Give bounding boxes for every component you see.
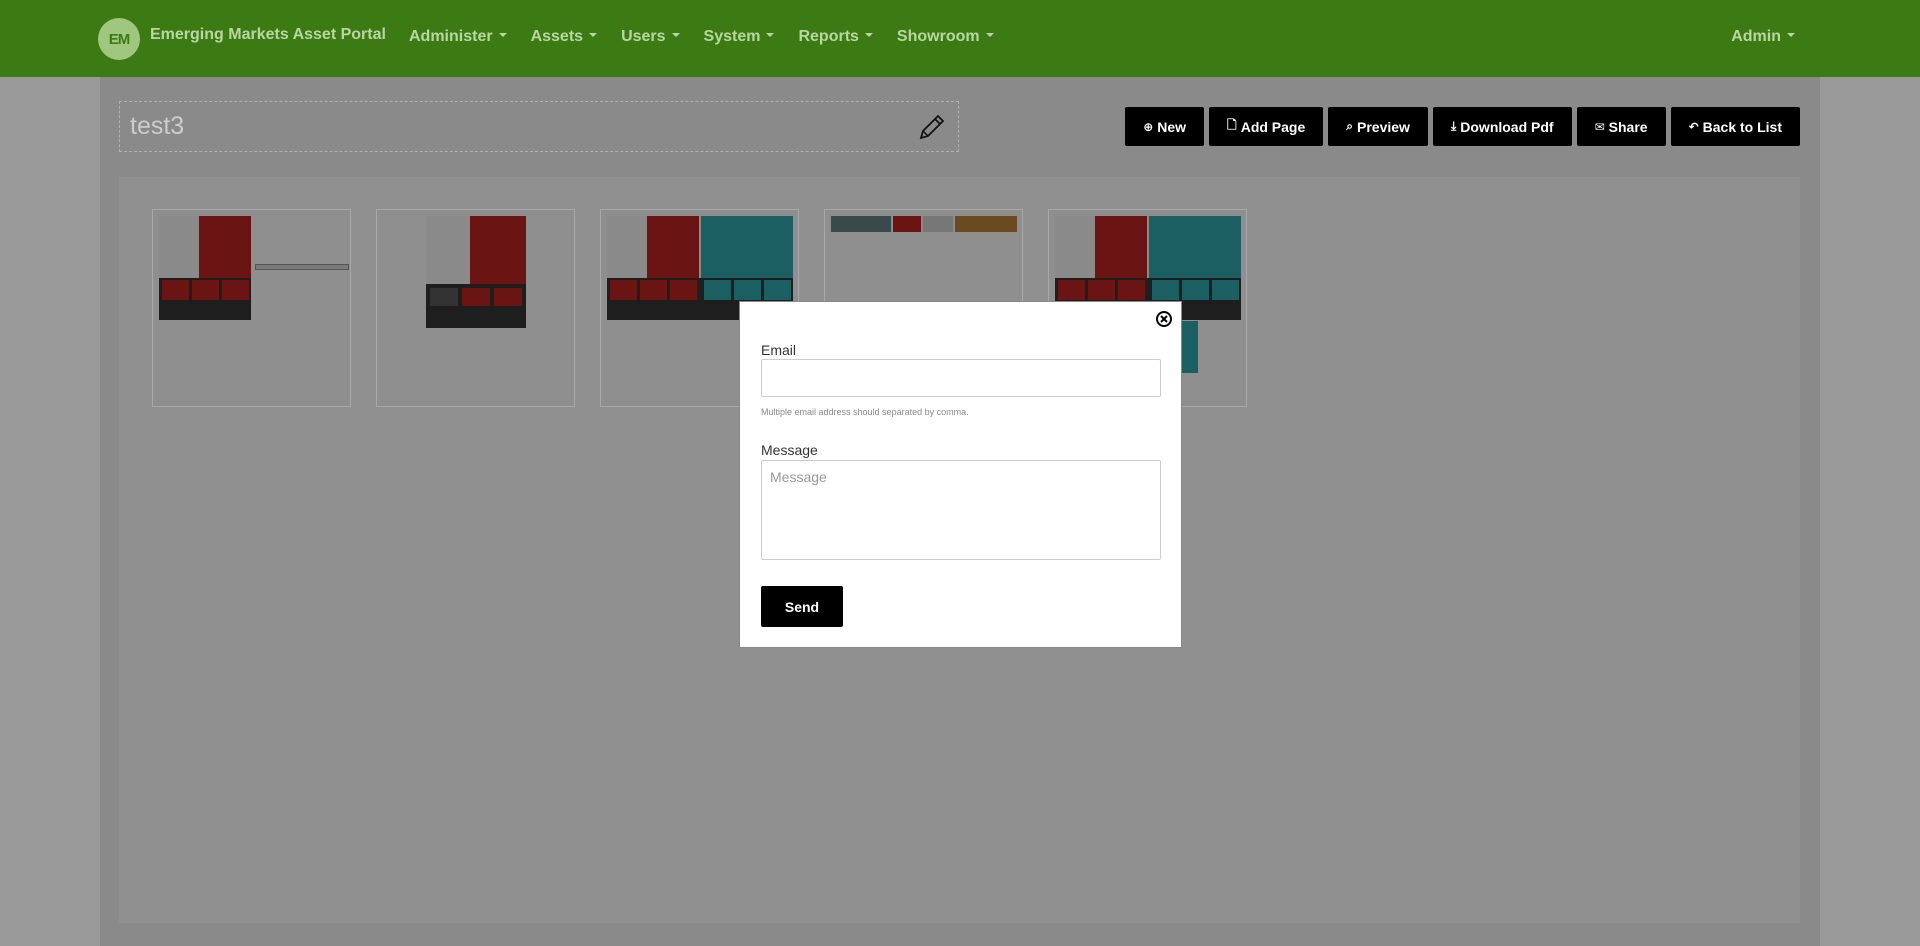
email-help-text: Multiple email address should separated … bbox=[761, 407, 969, 417]
admin-label: Admin bbox=[1731, 28, 1781, 45]
zoom-icon: ⌕ bbox=[1346, 119, 1354, 133]
reply-icon: ↶ bbox=[1688, 119, 1699, 134]
nav-users[interactable]: Users bbox=[621, 28, 680, 46]
add-page-button-label: Add Page bbox=[1240, 118, 1306, 135]
top-navbar: EM Emerging Markets Asset Portal Adminis… bbox=[0, 0, 1920, 77]
email-label: Email bbox=[761, 342, 797, 358]
nav-assets[interactable]: Assets bbox=[530, 28, 598, 46]
message-field[interactable] bbox=[761, 460, 1161, 560]
brand[interactable]: EM Emerging Markets Asset Portal bbox=[98, 17, 386, 61]
page-thumbnail[interactable] bbox=[152, 209, 351, 407]
caret-down-icon bbox=[864, 32, 873, 37]
page-preview-edge bbox=[1182, 321, 1198, 373]
nav-users-label: Users bbox=[621, 28, 666, 45]
nav-showroom-label: Showroom bbox=[896, 28, 980, 45]
caret-down-icon bbox=[498, 32, 507, 37]
brand-logo: EM bbox=[98, 18, 140, 60]
nav-administer[interactable]: Administer bbox=[409, 28, 507, 46]
nav-menu: Administer Assets Users System Reports S… bbox=[409, 28, 1018, 46]
caret-down-icon bbox=[1787, 32, 1795, 37]
new-button[interactable]: ⊕ New bbox=[1125, 107, 1205, 146]
send-button[interactable]: Send bbox=[761, 586, 843, 627]
plus-circle-icon: ⊕ bbox=[1143, 119, 1154, 134]
close-circle-icon[interactable] bbox=[1155, 310, 1173, 328]
preview-button-label: Preview bbox=[1357, 118, 1410, 135]
caret-down-icon bbox=[671, 32, 680, 37]
nav-reports[interactable]: Reports bbox=[798, 28, 873, 46]
title-editor[interactable]: test3 bbox=[119, 101, 959, 152]
page-preview-bar bbox=[255, 264, 349, 270]
page-preview-image bbox=[159, 216, 251, 320]
pencil-icon[interactable] bbox=[916, 111, 948, 143]
page-preview-image bbox=[831, 216, 1017, 232]
page-thumbnail[interactable] bbox=[376, 209, 575, 407]
nav-assets-label: Assets bbox=[530, 28, 584, 45]
back-to-list-button[interactable]: ↶ Back to List bbox=[1670, 107, 1800, 146]
share-modal: Email Multiple email address should sepa… bbox=[739, 301, 1182, 648]
back-to-list-button-label: Back to List bbox=[1702, 118, 1782, 135]
nav-admin-menu[interactable]: Admin bbox=[1731, 28, 1795, 46]
download-icon: ⤓ bbox=[1450, 119, 1457, 133]
download-pdf-button-label: Download Pdf bbox=[1460, 118, 1554, 135]
brand-title[interactable]: Emerging Markets Asset Portal bbox=[150, 26, 386, 44]
toolbar: ⊕ New 🗋 Add Page ⌕ Preview ⤓ Download Pdf ✉ S… bbox=[1125, 107, 1800, 146]
nav-system[interactable]: System bbox=[704, 28, 775, 46]
caret-down-icon bbox=[985, 32, 994, 37]
nav-reports-label: Reports bbox=[798, 28, 859, 45]
page-title: test3 bbox=[130, 112, 185, 140]
email-field[interactable] bbox=[761, 359, 1161, 397]
download-pdf-button[interactable]: ⤓ Download Pdf bbox=[1432, 107, 1572, 146]
nav-administer-label: Administer bbox=[409, 28, 493, 45]
file-icon: 🗋 bbox=[1227, 118, 1237, 132]
preview-button[interactable]: ⌕ Preview bbox=[1328, 107, 1428, 146]
caret-down-icon bbox=[766, 32, 775, 37]
message-label: Message bbox=[761, 442, 818, 458]
envelope-icon: ✉ bbox=[1594, 119, 1605, 134]
share-button[interactable]: ✉ Share bbox=[1576, 107, 1666, 146]
new-button-label: New bbox=[1157, 118, 1187, 135]
caret-down-icon bbox=[589, 32, 598, 37]
nav-system-label: System bbox=[703, 28, 761, 45]
share-button-label: Share bbox=[1608, 118, 1648, 135]
page-preview-image bbox=[426, 216, 526, 328]
add-page-button[interactable]: 🗋 Add Page bbox=[1209, 107, 1324, 146]
nav-showroom[interactable]: Showroom bbox=[897, 28, 994, 46]
